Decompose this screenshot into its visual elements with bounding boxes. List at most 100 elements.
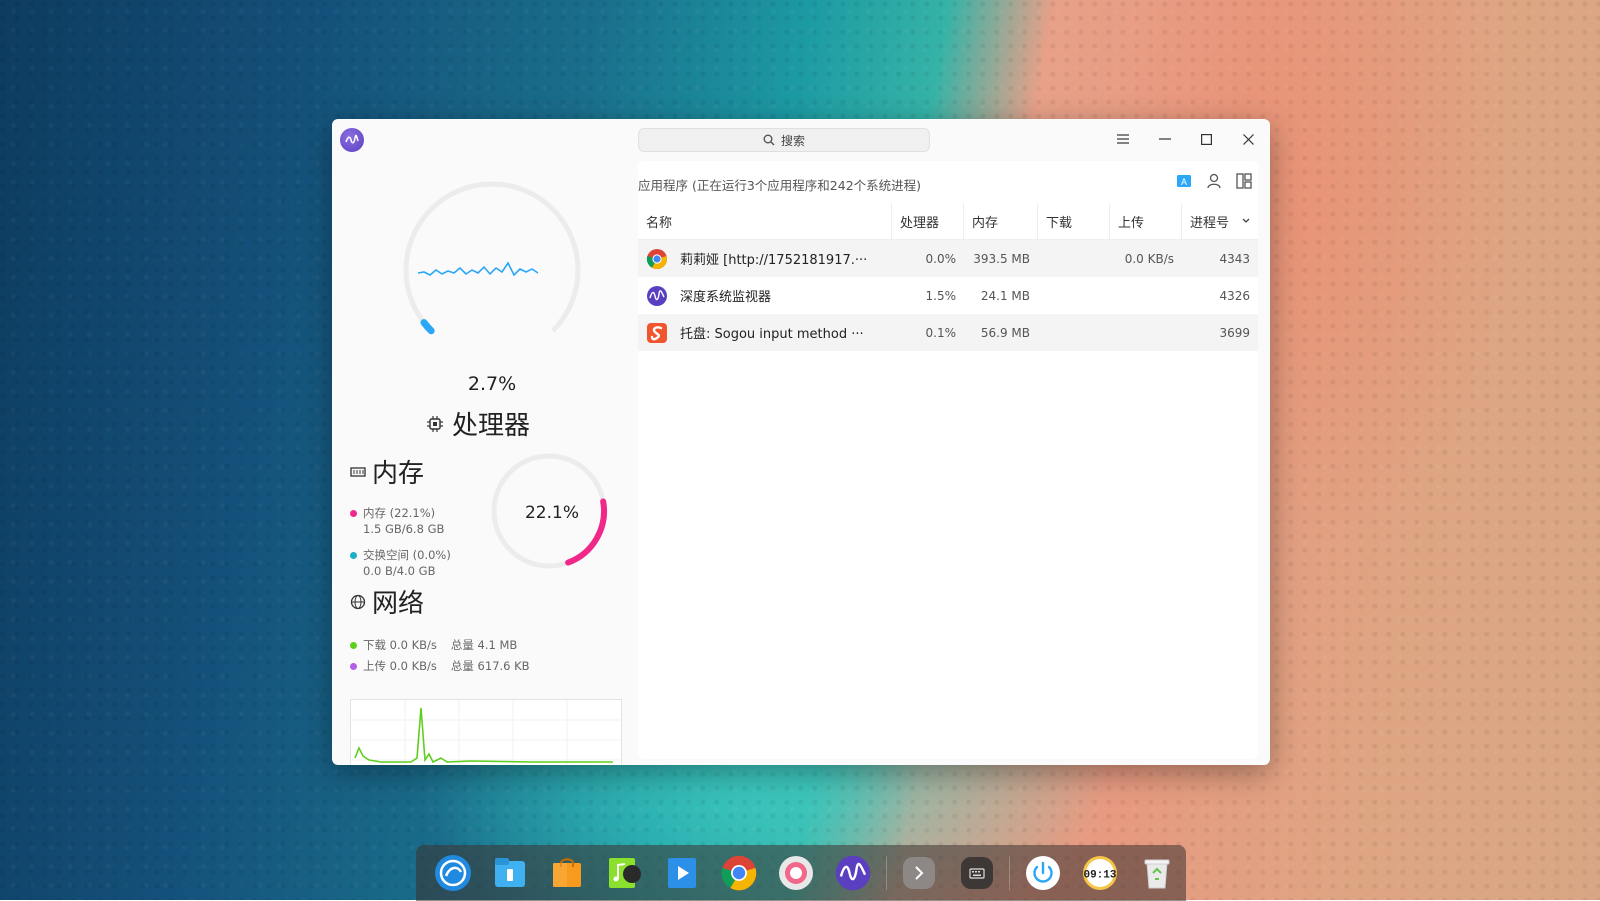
minimize-icon [1159,138,1171,140]
cpu-gauge [402,180,582,360]
app-logo-icon [340,128,364,152]
table-row[interactable]: 托盘: Sogou input method ··· 0.1% 56.9 MB … [638,314,1258,351]
table-row[interactable]: 深度系统监视器 1.5% 24.1 MB 4326 [638,277,1258,314]
system-monitor-icon [647,285,667,306]
dock-app-store[interactable] [546,852,587,894]
video-icon [667,858,696,888]
memory-percent: 22.1% [524,503,579,523]
upload-row: 上传 0.0 KB/s 总量 617.6 KB [350,658,530,674]
dock-video[interactable] [661,852,702,894]
settings-icon [779,856,814,890]
maximize-button[interactable] [1192,127,1220,151]
download-row: 下载 0.0 KB/s 总量 4.1 MB [350,637,517,653]
application-view-icon: A [1177,175,1191,187]
power-icon [1025,856,1060,890]
column-name[interactable]: 名称 [638,203,892,239]
swap-label: 交换空间 (0.0%) [363,548,451,562]
dock-expand[interactable] [899,852,940,894]
dock-system-monitor[interactable] [833,852,874,894]
summary-panel: 2.7% 处理器 内存 内存 (22.1%) 1.5 GB/6.8 GB 交换空… [332,161,632,765]
dock-file-manager[interactable] [489,852,530,894]
dock-trash[interactable] [1137,852,1178,894]
music-icon [609,858,642,888]
dock-power[interactable] [1022,852,1063,894]
sogou-icon [647,322,667,343]
cpu-usage-graph [417,261,539,277]
process-memory: 24.1 MB [980,288,1030,303]
svg-text:A: A [1181,177,1187,187]
minimize-button[interactable] [1151,127,1179,151]
process-cpu: 1.5% [925,288,957,303]
sort-chevron-down-icon [1242,218,1250,223]
dock-clock[interactable]: 09:13 [1080,852,1121,894]
clock-text: 09:13 [1084,870,1117,882]
dock: 09:13 [416,845,1186,901]
dock-settings[interactable] [775,852,816,894]
menu-icon [1117,134,1129,144]
globe-icon [350,594,366,609]
chrome-icon [721,855,757,891]
table-body: 莉莉娅 [http://1752181917.··· 0.0% 393.5 MB… [638,240,1258,351]
dock-music[interactable] [604,852,645,894]
memory-icon [350,466,366,477]
all-processes-button[interactable] [1234,171,1254,191]
process-upload: 0.0 KB/s [1124,251,1174,266]
process-name-cell: 深度系统监视器 [638,285,892,307]
process-cpu: 0.0% [925,251,957,266]
download-dot [350,641,357,649]
network-title: 网络 [350,583,424,620]
upload-total: 总量 617.6 KB [450,659,530,673]
memory-value: 1.5 GB/6.8 GB [363,522,445,536]
process-summary: 应用程序 (正在运行3个应用程序和242个系统进程) [638,178,922,193]
process-pid: 3699 [1219,325,1250,340]
table-header: 名称 处理器 内存 下载 上传 进程号 [638,203,1258,240]
memory-dot [350,510,357,517]
upload-dot [350,662,357,670]
close-button[interactable] [1234,127,1262,151]
view-switcher: A [1174,171,1254,191]
dock-separator [885,856,887,890]
clock-icon: 09:13 [1083,856,1118,890]
upload-speed: 上传 0.0 KB/s [363,659,437,673]
column-pid-label: 进程号 [1190,215,1230,231]
dock-chrome[interactable] [718,852,759,894]
cpu-title: 处理器 [426,405,530,442]
dock-launcher[interactable] [432,852,473,894]
process-cpu: 0.1% [925,325,957,340]
grid-view-icon [1236,173,1252,189]
process-memory: 56.9 MB [980,325,1030,340]
column-download[interactable]: 下载 [1038,203,1110,239]
swap-value: 0.0 B/4.0 GB [363,564,436,578]
search-icon [763,134,775,146]
cpu-title-label: 处理器 [452,411,531,441]
swap-legend: 交换空间 (0.0%) 0.0 B/4.0 GB [350,547,451,579]
process-name-cell: 托盘: Sogou input method ··· [638,322,892,344]
download-graph [354,707,613,764]
dock-separator [1009,856,1011,890]
user-view-button[interactable] [1204,171,1224,191]
table-row[interactable]: 莉莉娅 [http://1752181917.··· 0.0% 393.5 MB… [638,240,1258,277]
close-icon [1242,133,1254,145]
column-upload[interactable]: 上传 [1110,203,1182,239]
titlebar: 搜索 [332,119,1270,161]
column-memory[interactable]: 内存 [964,203,1038,239]
cpu-percent: 2.7% [467,373,517,395]
search-input[interactable]: 搜索 [638,128,930,152]
column-cpu[interactable]: 处理器 [892,203,964,239]
search-placeholder: 搜索 [780,133,805,148]
process-table: 名称 处理器 内存 下载 上传 进程号 莉莉娅 [http://17521819… [638,203,1258,351]
download-total: 总量 4.1 MB [450,638,518,652]
process-name: 莉莉娅 [http://1752181917.··· [680,253,868,268]
dock-keyboard[interactable] [956,852,997,894]
memory-title: 内存 [350,453,424,490]
process-pid: 4343 [1219,251,1250,266]
cpu-chip-icon [427,415,443,432]
app-view-button[interactable]: A [1174,171,1194,191]
column-pid[interactable]: 进程号 [1182,203,1258,239]
menu-button[interactable] [1109,127,1137,151]
cpu-usage-arc [402,180,582,360]
app-store-icon [553,858,582,887]
download-speed: 下载 0.0 KB/s [363,638,437,652]
process-panel: 应用程序 (正在运行3个应用程序和242个系统进程) A 名称 处理器 内存 下… [638,161,1258,759]
user-icon [1207,173,1221,189]
